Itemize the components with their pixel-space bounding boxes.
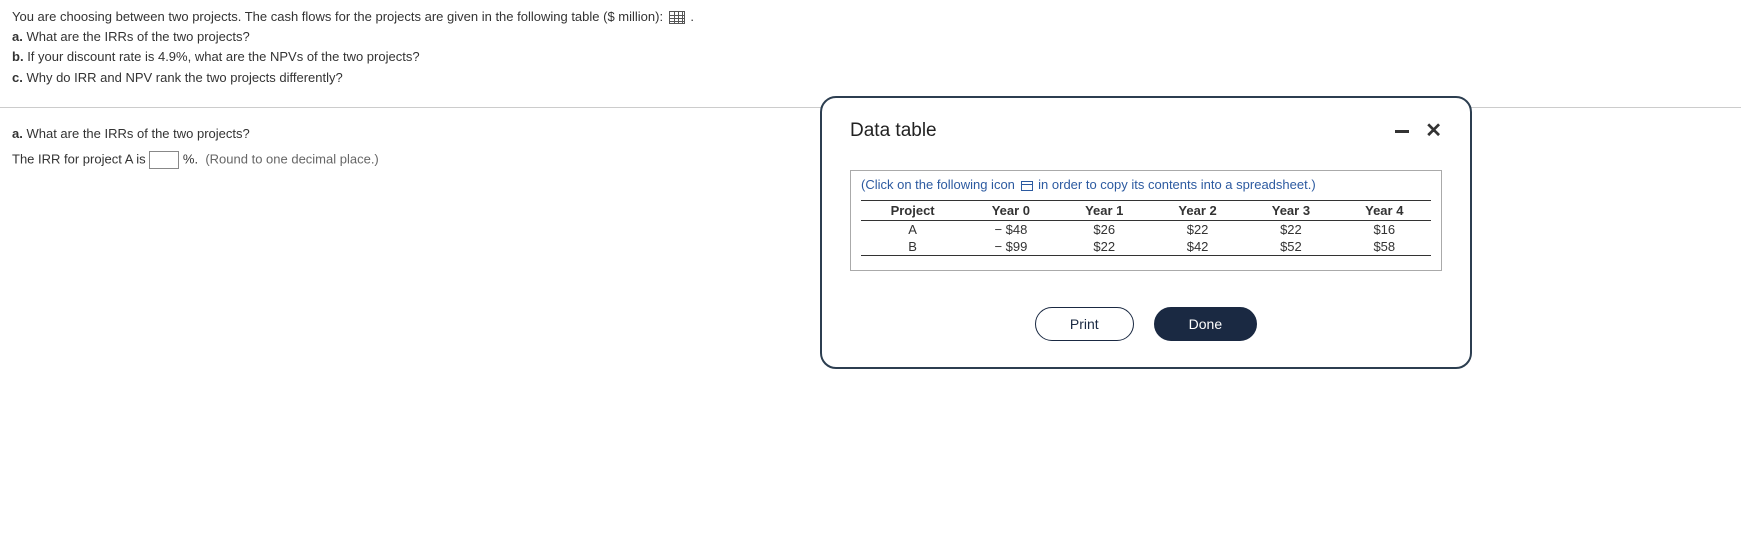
table-icon[interactable] [669,11,685,24]
data-table-modal: Data table ✕ (Click on the following ico… [820,96,1472,369]
cell: $16 [1338,221,1431,239]
header-year3: Year 3 [1244,201,1337,221]
table-row: A − $48 $26 $22 $22 $16 [861,221,1431,239]
cell: $52 [1244,238,1337,256]
problem-header: You are choosing between two projects. T… [0,0,1741,97]
cell: $22 [1151,221,1244,239]
cell: $22 [1058,238,1151,256]
modal-title: Data table [850,120,937,142]
header-year2: Year 2 [1151,201,1244,221]
header-project: Project [861,201,964,221]
header-year4: Year 4 [1338,201,1431,221]
question-b: b. If your discount rate is 4.9%, what a… [12,48,1729,66]
table-row: B − $99 $22 $42 $52 $58 [861,238,1431,256]
copy-hint: (Click on the following icon in order to… [861,177,1431,192]
irr-input[interactable] [149,151,179,169]
header-year1: Year 1 [1058,201,1151,221]
question-a: a. What are the IRRs of the two projects… [12,28,1729,46]
cell: B [861,238,964,256]
cell: $26 [1058,221,1151,239]
minimize-icon[interactable] [1395,130,1409,133]
rounding-hint: (Round to one decimal place.) [205,151,378,166]
close-icon[interactable]: ✕ [1425,121,1442,141]
done-button[interactable]: Done [1154,307,1257,341]
cell: A [861,221,964,239]
question-c: c. Why do IRR and NPV rank the two proje… [12,69,1729,87]
print-button[interactable]: Print [1035,307,1134,341]
copy-icon[interactable] [1021,181,1033,191]
intro-text: You are choosing between two projects. T… [12,8,1729,26]
header-year0: Year 0 [964,201,1057,221]
cash-flow-table: Project Year 0 Year 1 Year 2 Year 3 Year… [861,200,1431,256]
table-container: (Click on the following icon in order to… [850,170,1442,271]
cell: − $48 [964,221,1057,239]
cell: $42 [1151,238,1244,256]
table-header-row: Project Year 0 Year 1 Year 2 Year 3 Year… [861,201,1431,221]
cell: $58 [1338,238,1431,256]
cell: $22 [1244,221,1337,239]
cell: − $99 [964,238,1057,256]
